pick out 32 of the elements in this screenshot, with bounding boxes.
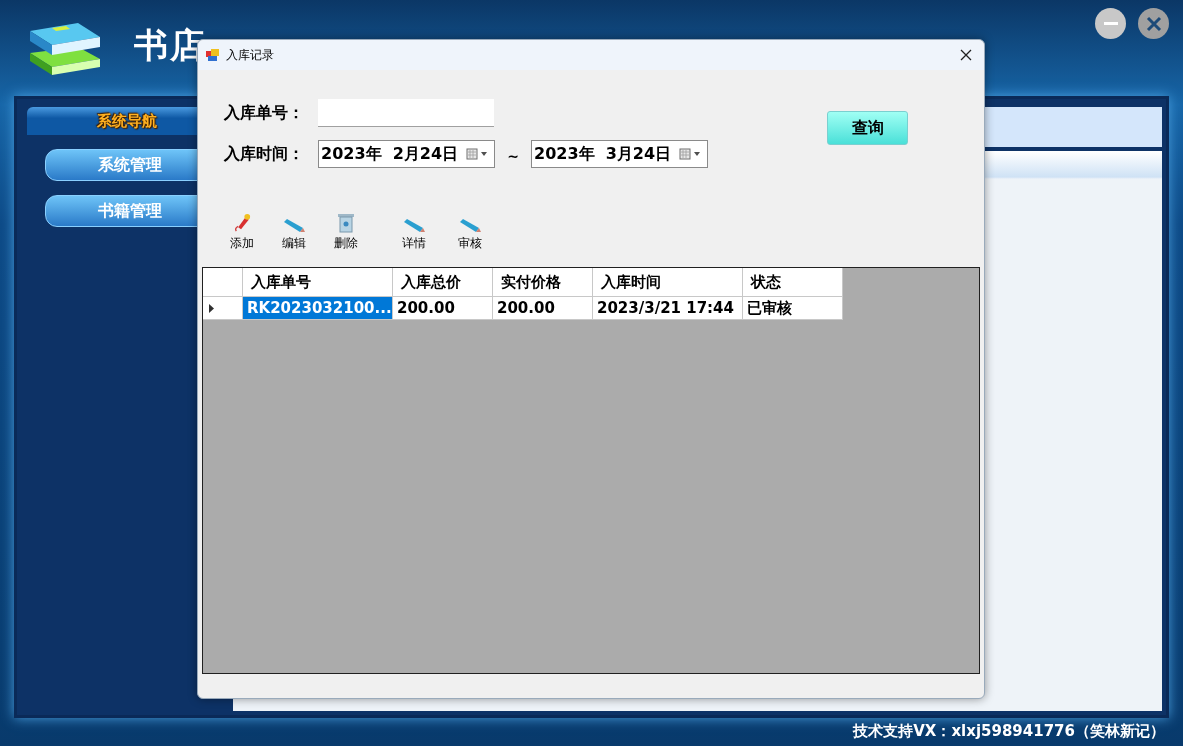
toolbar-button[interactable]: 详情 <box>384 212 444 252</box>
support-footer: 技术支持VX：xlxj598941776（笑林新记） <box>853 720 1165 743</box>
window-app-icon <box>206 48 220 62</box>
dialog-title: 入库记录 <box>226 47 275 64</box>
minimize-button[interactable] <box>1095 8 1126 39</box>
table-cell: 200.00 <box>393 297 493 320</box>
toolbar-button[interactable]: 审核 <box>444 212 496 252</box>
start-date-picker[interactable]: 2023年 2月24日 <box>318 140 495 168</box>
trash-icon <box>337 213 355 233</box>
close-button[interactable] <box>1138 8 1169 39</box>
order-no-field[interactable] <box>318 99 494 127</box>
toolbar-button[interactable]: 编辑 <box>268 212 320 252</box>
close-icon <box>960 49 972 61</box>
table-cell: 200.00 <box>493 297 593 320</box>
pen-icon <box>232 212 252 233</box>
end-date-picker[interactable]: 2023年 3月24日 <box>531 140 708 168</box>
close-icon <box>1145 15 1162 32</box>
table-cell: 已审核 <box>743 297 843 320</box>
toolbar-button[interactable]: 添加 <box>216 212 268 252</box>
pencil-icon <box>283 219 305 233</box>
calendar-dropdown-icon <box>679 148 703 160</box>
minimize-icon <box>1103 22 1118 25</box>
query-button[interactable]: 查询 <box>827 111 908 145</box>
pencil-icon <box>459 219 481 233</box>
pencil-icon <box>403 219 425 233</box>
order-no-label: 入库单号： <box>224 102 305 124</box>
date-range-separator: ~ <box>506 146 520 166</box>
calendar-dropdown-icon <box>466 148 490 160</box>
date-label: 入库时间： <box>224 143 305 165</box>
table-cell: RK2023032100... <box>243 297 393 320</box>
table-cell: 2023/3/21 17:44 <box>593 297 743 320</box>
toolbar-button[interactable]: 删除 <box>320 212 372 252</box>
